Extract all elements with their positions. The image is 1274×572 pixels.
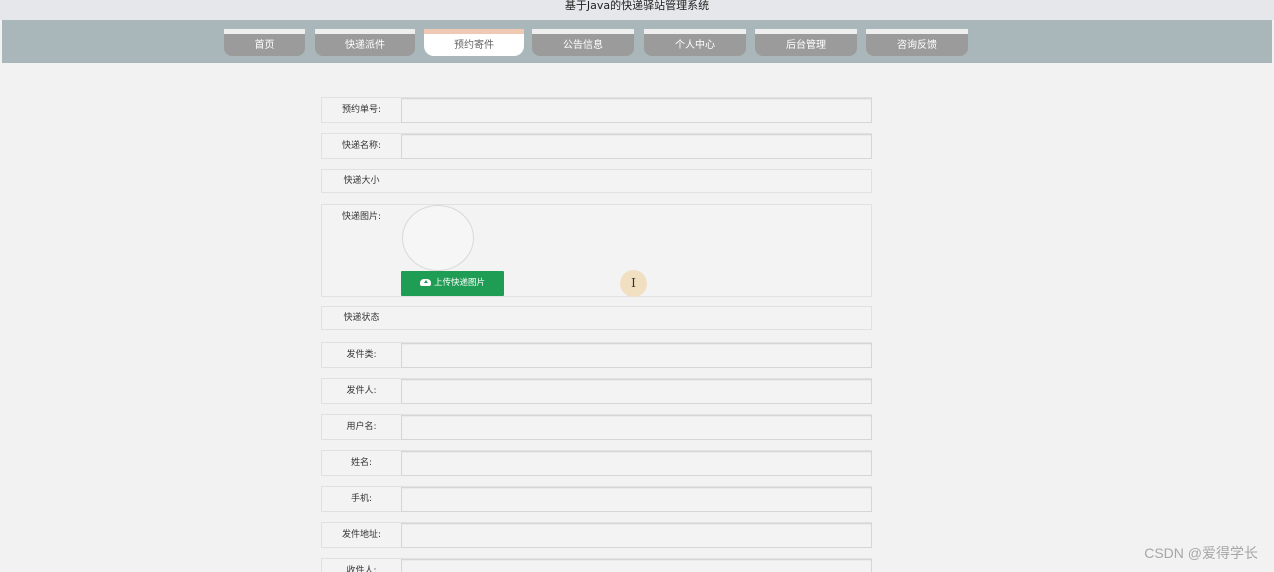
text-cursor-icon: I xyxy=(620,270,647,297)
upload-image-button[interactable]: 上传快递图片 xyxy=(401,271,504,296)
tab-personal-center[interactable]: 个人中心 xyxy=(644,29,746,56)
tab-express-delivery[interactable]: 快递派件 xyxy=(315,29,415,56)
row-realname: 姓名: xyxy=(321,450,872,476)
row-sender: 发件人: xyxy=(321,378,872,404)
site-title: 基于Java的快递驿站管理系统 xyxy=(0,0,1274,20)
username-label: 用户名: xyxy=(346,422,377,432)
tab-admin[interactable]: 后台管理 xyxy=(755,29,857,56)
phone-input[interactable] xyxy=(401,487,872,512)
cloud-upload-icon xyxy=(419,279,431,286)
sender-label: 发件人: xyxy=(346,386,377,396)
row-username: 用户名: xyxy=(321,414,872,440)
row-address: 发件地址: xyxy=(321,522,872,548)
upload-image-label: 上传快递图片 xyxy=(433,278,485,288)
receiver-input[interactable] xyxy=(401,559,872,572)
express-size-label: 快递大小 xyxy=(343,176,380,186)
tab-announcements[interactable]: 公告信息 xyxy=(532,29,634,56)
tab-feedback[interactable]: 咨询反馈 xyxy=(866,29,968,56)
sender-input[interactable] xyxy=(401,379,872,404)
row-phone: 手机: xyxy=(321,486,872,512)
row-category: 发件类: xyxy=(321,342,872,368)
phone-label: 手机: xyxy=(350,494,373,504)
express-status-label: 快递状态 xyxy=(343,313,380,323)
address-input[interactable] xyxy=(401,523,872,548)
row-receiver: 收件人: xyxy=(321,558,872,572)
realname-input[interactable] xyxy=(401,451,872,476)
category-label: 发件类: xyxy=(346,350,377,360)
username-input[interactable] xyxy=(401,415,872,440)
express-name-label: 快递名称: xyxy=(341,141,382,151)
order-no-label: 预约单号: xyxy=(341,105,382,115)
tab-reserve-send[interactable]: 预约寄件 xyxy=(424,29,524,56)
receiver-label: 收件人: xyxy=(346,566,377,572)
express-image-label: 快递图片: xyxy=(341,212,382,222)
nav-bar xyxy=(2,20,1272,63)
address-label: 发件地址: xyxy=(341,530,382,540)
order-no-input[interactable] xyxy=(401,98,872,123)
image-preview xyxy=(402,205,474,271)
realname-label: 姓名: xyxy=(350,458,373,468)
row-express-status[interactable]: 快递状态 xyxy=(321,306,872,330)
row-express-size[interactable]: 快递大小 xyxy=(321,169,872,193)
row-order-no: 预约单号: xyxy=(321,97,872,123)
category-input[interactable] xyxy=(401,343,872,368)
watermark: CSDN @爱得学长 xyxy=(1144,545,1258,561)
tab-home[interactable]: 首页 xyxy=(224,29,305,56)
page: 基于Java的快递驿站管理系统 首页 快递派件 预约寄件 公告信息 个人中心 后… xyxy=(0,0,1274,572)
row-express-name: 快递名称: xyxy=(321,133,872,159)
row-express-image: 快递图片: 上传快递图片 xyxy=(321,204,872,297)
express-name-input[interactable] xyxy=(401,134,872,159)
